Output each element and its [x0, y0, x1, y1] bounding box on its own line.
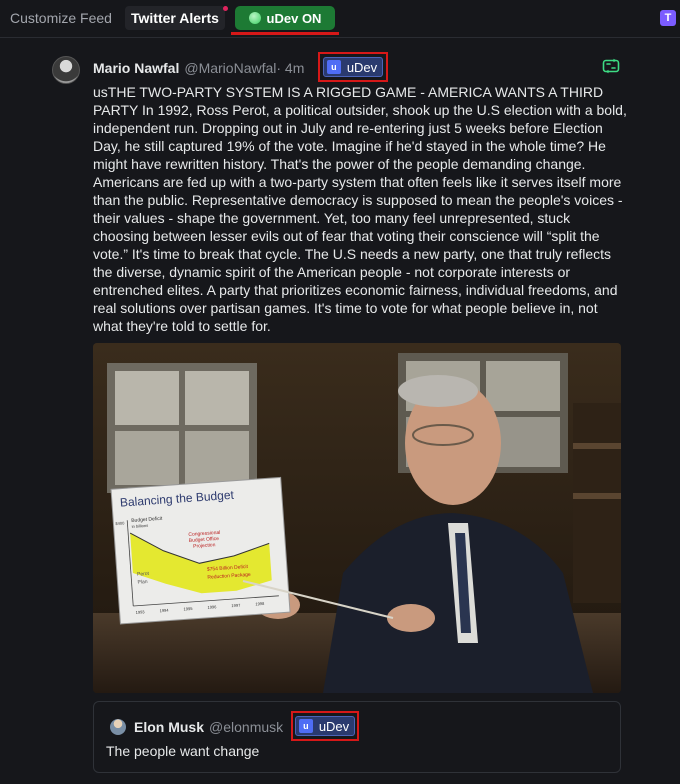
top-bar: Customize Feed Twitter Alerts uDev ON T: [0, 0, 680, 38]
chart-y-top: $400: [115, 520, 125, 526]
post-author-row: Mario Nawfal @MarioNawfal · 4m: [93, 60, 304, 76]
quote-author-handle[interactable]: @elonmusk: [209, 719, 283, 735]
post-image[interactable]: Balancing the Budget Budget Deficit in b…: [93, 343, 621, 693]
app-logo-icon[interactable]: T: [660, 10, 676, 26]
post-time: · 4m: [276, 60, 305, 76]
green-dot-icon: [248, 12, 261, 24]
chart-year-6: 1998: [255, 601, 265, 607]
chart-year-3: 1995: [183, 606, 193, 612]
twitter-alerts-label: Twitter Alerts: [131, 10, 219, 26]
author-avatar[interactable]: [52, 56, 80, 84]
chart-year-5: 1997: [231, 603, 241, 609]
udev-badge-label: uDev: [346, 59, 378, 75]
retweet-icon[interactable]: [602, 57, 620, 75]
post-text: usTHE TWO-PARTY SYSTEM IS A RIGGED GAME …: [93, 84, 627, 334]
quote-udev-badge-label: uDev: [318, 718, 350, 734]
quote-text: The people want change: [106, 743, 260, 759]
quote-udev-badge-highlight: u uDev: [291, 711, 359, 741]
quote-udev-badge-button[interactable]: u uDev: [294, 716, 356, 736]
customize-feed-tab[interactable]: Customize Feed: [10, 10, 112, 26]
twitter-alerts-tab[interactable]: Twitter Alerts: [125, 6, 228, 30]
author-handle[interactable]: @MarioNawfal: [184, 60, 276, 76]
quote-author-row: Elon Musk @elonmusk: [134, 719, 283, 735]
chart-year-2: 1994: [159, 608, 169, 614]
udev-logo-icon: u: [326, 60, 341, 74]
author-name[interactable]: Mario Nawfal: [93, 60, 179, 76]
udev-badge-button[interactable]: u uDev: [322, 57, 384, 77]
highlight-underline: [231, 32, 339, 35]
quote-author-name[interactable]: Elon Musk: [134, 719, 204, 735]
udev-logo-icon: u: [298, 719, 313, 733]
notification-dot-icon: [222, 6, 228, 11]
perot-photo: Balancing the Budget Budget Deficit in b…: [93, 343, 621, 693]
chart-year-4: 1996: [207, 604, 217, 610]
udev-badge-highlight: u uDev: [318, 52, 388, 82]
udev-toggle-button[interactable]: uDev ON: [235, 6, 335, 30]
chart-year-1: 1993: [136, 609, 146, 615]
quote-author-avatar[interactable]: [110, 719, 126, 735]
chart-label-4: Perot: [137, 571, 150, 578]
chart-label-5: Plan: [137, 579, 148, 586]
udev-toggle-label: uDev ON: [266, 10, 322, 26]
